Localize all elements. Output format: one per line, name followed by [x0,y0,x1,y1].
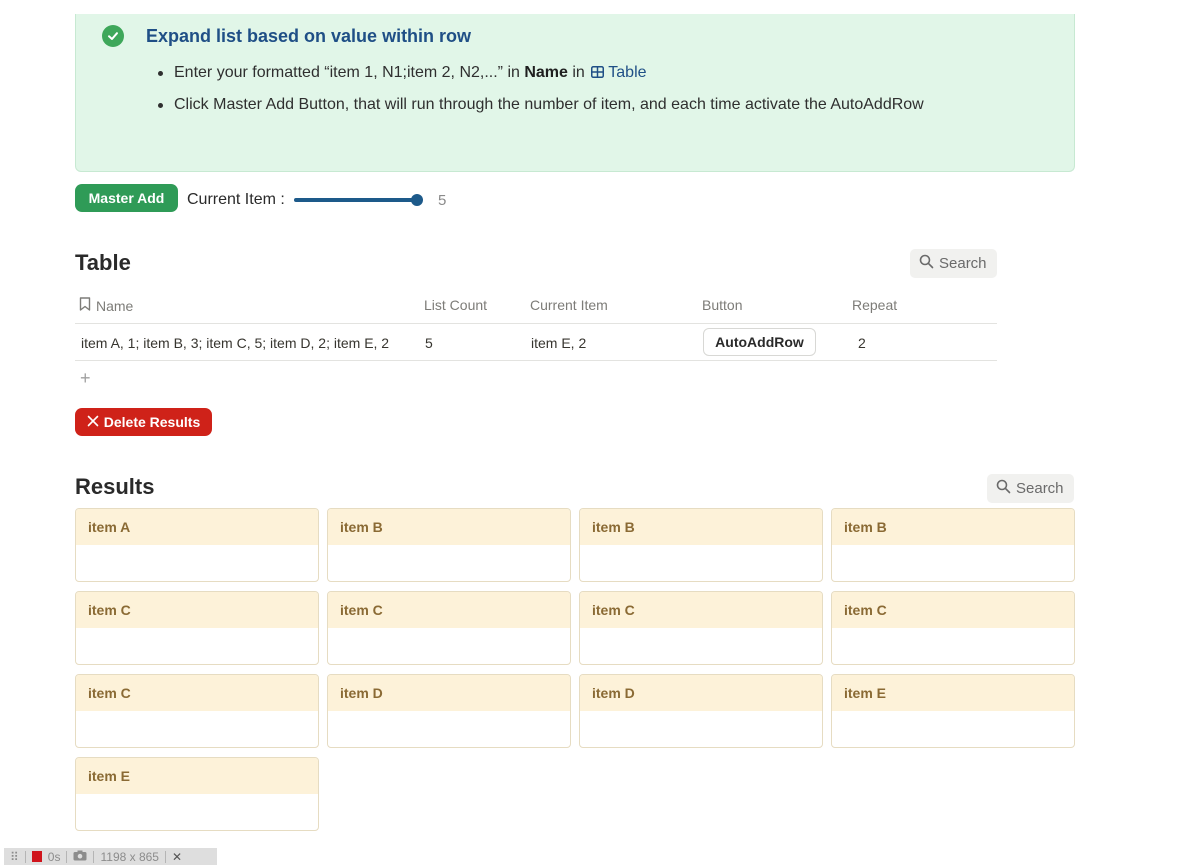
results-search-button[interactable]: Search [987,474,1074,503]
table-row[interactable]: item A, 1; item B, 3; item C, 5; item D,… [75,324,997,361]
add-row-button[interactable]: + [80,368,91,389]
autoaddrow-button[interactable]: AutoAddRow [703,328,816,356]
result-card-title: item E [832,675,1074,711]
current-item-label: Current Item : [187,191,285,208]
result-card-title: item C [580,592,822,628]
search-label: Search [939,255,987,272]
result-card[interactable]: item B [831,508,1075,582]
cell-repeat[interactable]: 2 [858,335,866,351]
table-link[interactable]: Table [608,64,646,81]
callout-title: Expand list based on value within row [146,26,472,46]
camera-icon[interactable] [73,850,87,864]
divider [66,850,68,863]
instruction-text: Enter your formatted “item 1, N1;item 2,… [174,64,525,81]
divider [164,850,166,863]
table-search-button[interactable]: Search [910,249,997,278]
result-card-title: item C [832,592,1074,628]
result-card[interactable]: item C [327,591,571,665]
callout: Expand list based on value within row En… [75,14,1075,172]
slider-value: 5 [438,192,447,209]
database-table: Name List Count Current Item Button Repe… [75,287,997,361]
result-card-title: item C [76,592,318,628]
column-header-label: Repeat [852,297,898,313]
instruction-text-mid: in [567,64,590,81]
recorder-toolbar: ⠿ 0s 1198 x 865 ✕ [4,848,217,865]
delete-results-button[interactable]: Delete Results [75,408,212,436]
instruction-item: Click Master Add Button, that will run t… [158,94,924,126]
result-card-title: item C [328,592,570,628]
slider-track [294,198,418,202]
result-card-title: item C [76,675,318,711]
divider [93,850,95,863]
cell-name[interactable]: item A, 1; item B, 3; item C, 5; item D,… [81,335,389,351]
search-icon [919,254,934,273]
column-header-label: List Count [424,297,488,313]
table-heading: Table [75,250,131,275]
instruction-list: Enter your formatted “item 1, N1;item 2,… [158,62,924,126]
cell-current-item[interactable]: item E, 2 [531,335,586,351]
search-icon [996,479,1011,498]
bookmark-icon [79,297,91,314]
result-card[interactable]: item C [75,591,319,665]
result-card[interactable]: item C [75,674,319,748]
divider [24,850,26,863]
result-card-title: item B [328,509,570,545]
result-card[interactable]: item A [75,508,319,582]
close-icon [87,414,99,430]
column-header-current-item[interactable]: Current Item [530,297,608,313]
check-circle-icon [102,25,124,47]
result-card[interactable]: item B [579,508,823,582]
cell-list-count[interactable]: 5 [425,335,433,351]
result-card-title: item E [76,758,318,794]
column-header-label: Name [96,297,134,314]
result-card-title: item B [832,509,1074,545]
column-header-label: Button [702,297,743,313]
delete-results-label: Delete Results [103,414,201,430]
search-label: Search [1016,480,1064,497]
result-card[interactable]: item C [831,591,1075,665]
result-card[interactable]: item D [579,674,823,748]
result-card[interactable]: item E [75,757,319,831]
results-heading: Results [75,474,155,499]
result-card[interactable]: item B [327,508,571,582]
result-card-title: item D [328,675,570,711]
drag-handle-icon[interactable]: ⠿ [10,850,19,864]
column-header-repeat[interactable]: Repeat [852,297,897,313]
record-stop-icon[interactable] [31,851,42,862]
recording-time: 0s [47,849,61,864]
column-header-name[interactable]: Name [79,297,133,314]
results-gallery: item A item B item B item B item C item … [75,508,1075,831]
instruction-bold: Name [524,64,568,81]
result-card[interactable]: item D [327,674,571,748]
result-card-title: item A [76,509,318,545]
close-icon[interactable]: ✕ [172,850,182,864]
current-item-slider[interactable] [294,193,424,207]
result-card-title: item D [580,675,822,711]
slider-thumb[interactable] [411,194,423,206]
capture-size: 1198 x 865 [100,849,159,864]
table-icon [591,63,605,85]
table-header: Name List Count Current Item Button Repe… [75,287,997,324]
result-card[interactable]: item E [831,674,1075,748]
result-card[interactable]: item C [579,591,823,665]
column-header-list-count[interactable]: List Count [424,297,487,313]
master-add-button[interactable]: Master Add [75,184,178,212]
instruction-item: Enter your formatted “item 1, N1;item 2,… [158,62,924,94]
column-header-label: Current Item [530,297,608,313]
column-header-button[interactable]: Button [702,297,742,313]
instruction-text: Click Master Add Button, that will run t… [174,96,924,113]
result-card-title: item B [580,509,822,545]
